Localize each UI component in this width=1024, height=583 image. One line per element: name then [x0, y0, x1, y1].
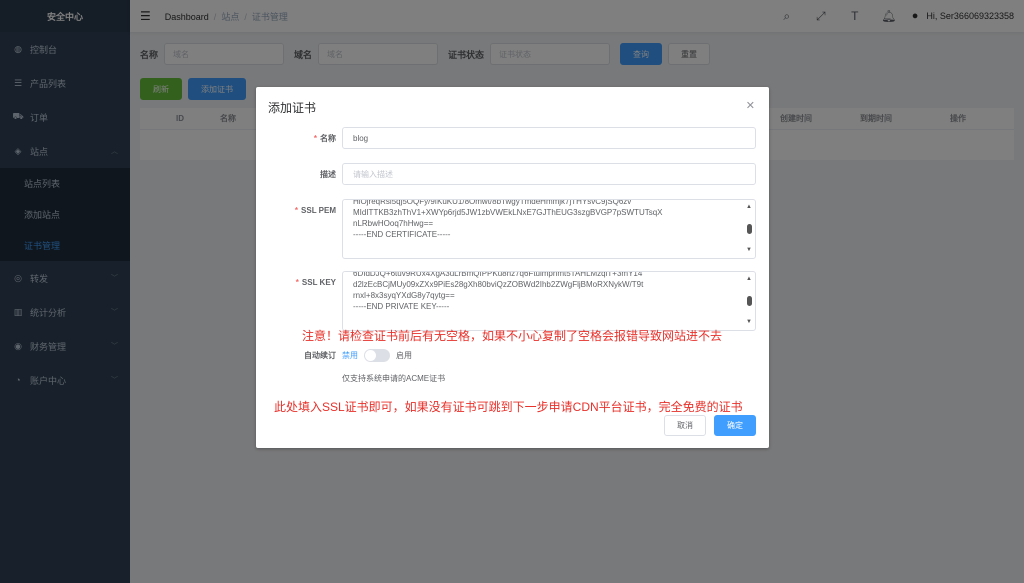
auto-renew-label: 自动续订 [304, 351, 336, 360]
key-line: -----END PRIVATE KEY----- [353, 302, 450, 311]
pem-line: HiOjreqRsl5qj5OQFy/9fKuKU1/8Omwt/8bTwgyT… [353, 199, 632, 206]
warning-annotation: 注意！请检查证书前后有无空格，如果不小心复制了空格会报错导致网站进不去 [302, 329, 723, 343]
acme-hint: 仅支持系统申请的ACME证书 [342, 374, 446, 383]
key-line: d2lzEcBCjMUy09xZXx9PiEs28gXh80bviQzZOBWd… [353, 280, 644, 289]
desc-label: 描述 [320, 170, 336, 179]
cancel-button[interactable]: 取消 [664, 415, 706, 436]
pem-label: * SSL PEM [294, 206, 336, 215]
pem-line: MIdITTKB3zhThV1+XWYp6rjd5JW1zbVWEkLNxE7G… [353, 208, 663, 217]
close-icon[interactable]: ✕ [746, 99, 755, 112]
dialog-footer: 取消 确定 [664, 415, 756, 436]
textarea-scrollbar[interactable]: ▲ ▼ [745, 274, 753, 328]
key-label: * SSL KEY [295, 278, 336, 287]
key-line: rnxl+8x3syqYXdG8y7qytg== [353, 291, 455, 300]
pem-line: -----END CERTIFICATE----- [353, 230, 451, 239]
desc-input[interactable]: 请输入描述 [342, 163, 756, 185]
ssl-pem-textarea[interactable]: HiOjreqRsl5qj5OQFy/9fKuKU1/8Omwt/8bTwgyT… [342, 199, 756, 259]
key-line: 6DIdDJQ+6tuv9RUx4XgA3uLrBmQfPPKu8hz7q6Ft… [353, 271, 643, 278]
ssl-key-textarea[interactable]: 6DIdDJQ+6tuv9RUx4XgA3uLrBmQfPPKu8hz7q6Ft… [342, 271, 756, 331]
pem-line: nLRbwHOoq7hHwg== [353, 219, 434, 228]
name-input[interactable]: blog [342, 127, 756, 149]
auto-renew-toggle[interactable]: 禁用 启用 [342, 349, 412, 362]
toggle-on-label: 启用 [396, 351, 412, 360]
info-annotation: 此处填入SSL证书即可，如果没有证书可跳到下一步申请CDN平台证书，完全免费的证… [274, 400, 743, 414]
name-label: * 名称 [313, 134, 336, 143]
textarea-scrollbar[interactable]: ▲ ▼ [745, 202, 753, 256]
dialog-title: 添加证书 [268, 101, 317, 115]
confirm-button[interactable]: 确定 [714, 415, 756, 436]
add-cert-dialog: 添加证书 ✕ * 名称 blog 描述 请输入描述 * SSL PEM HiOjre… [256, 87, 769, 448]
toggle-off-label: 禁用 [342, 351, 358, 360]
auto-renew-switch[interactable] [364, 349, 390, 362]
